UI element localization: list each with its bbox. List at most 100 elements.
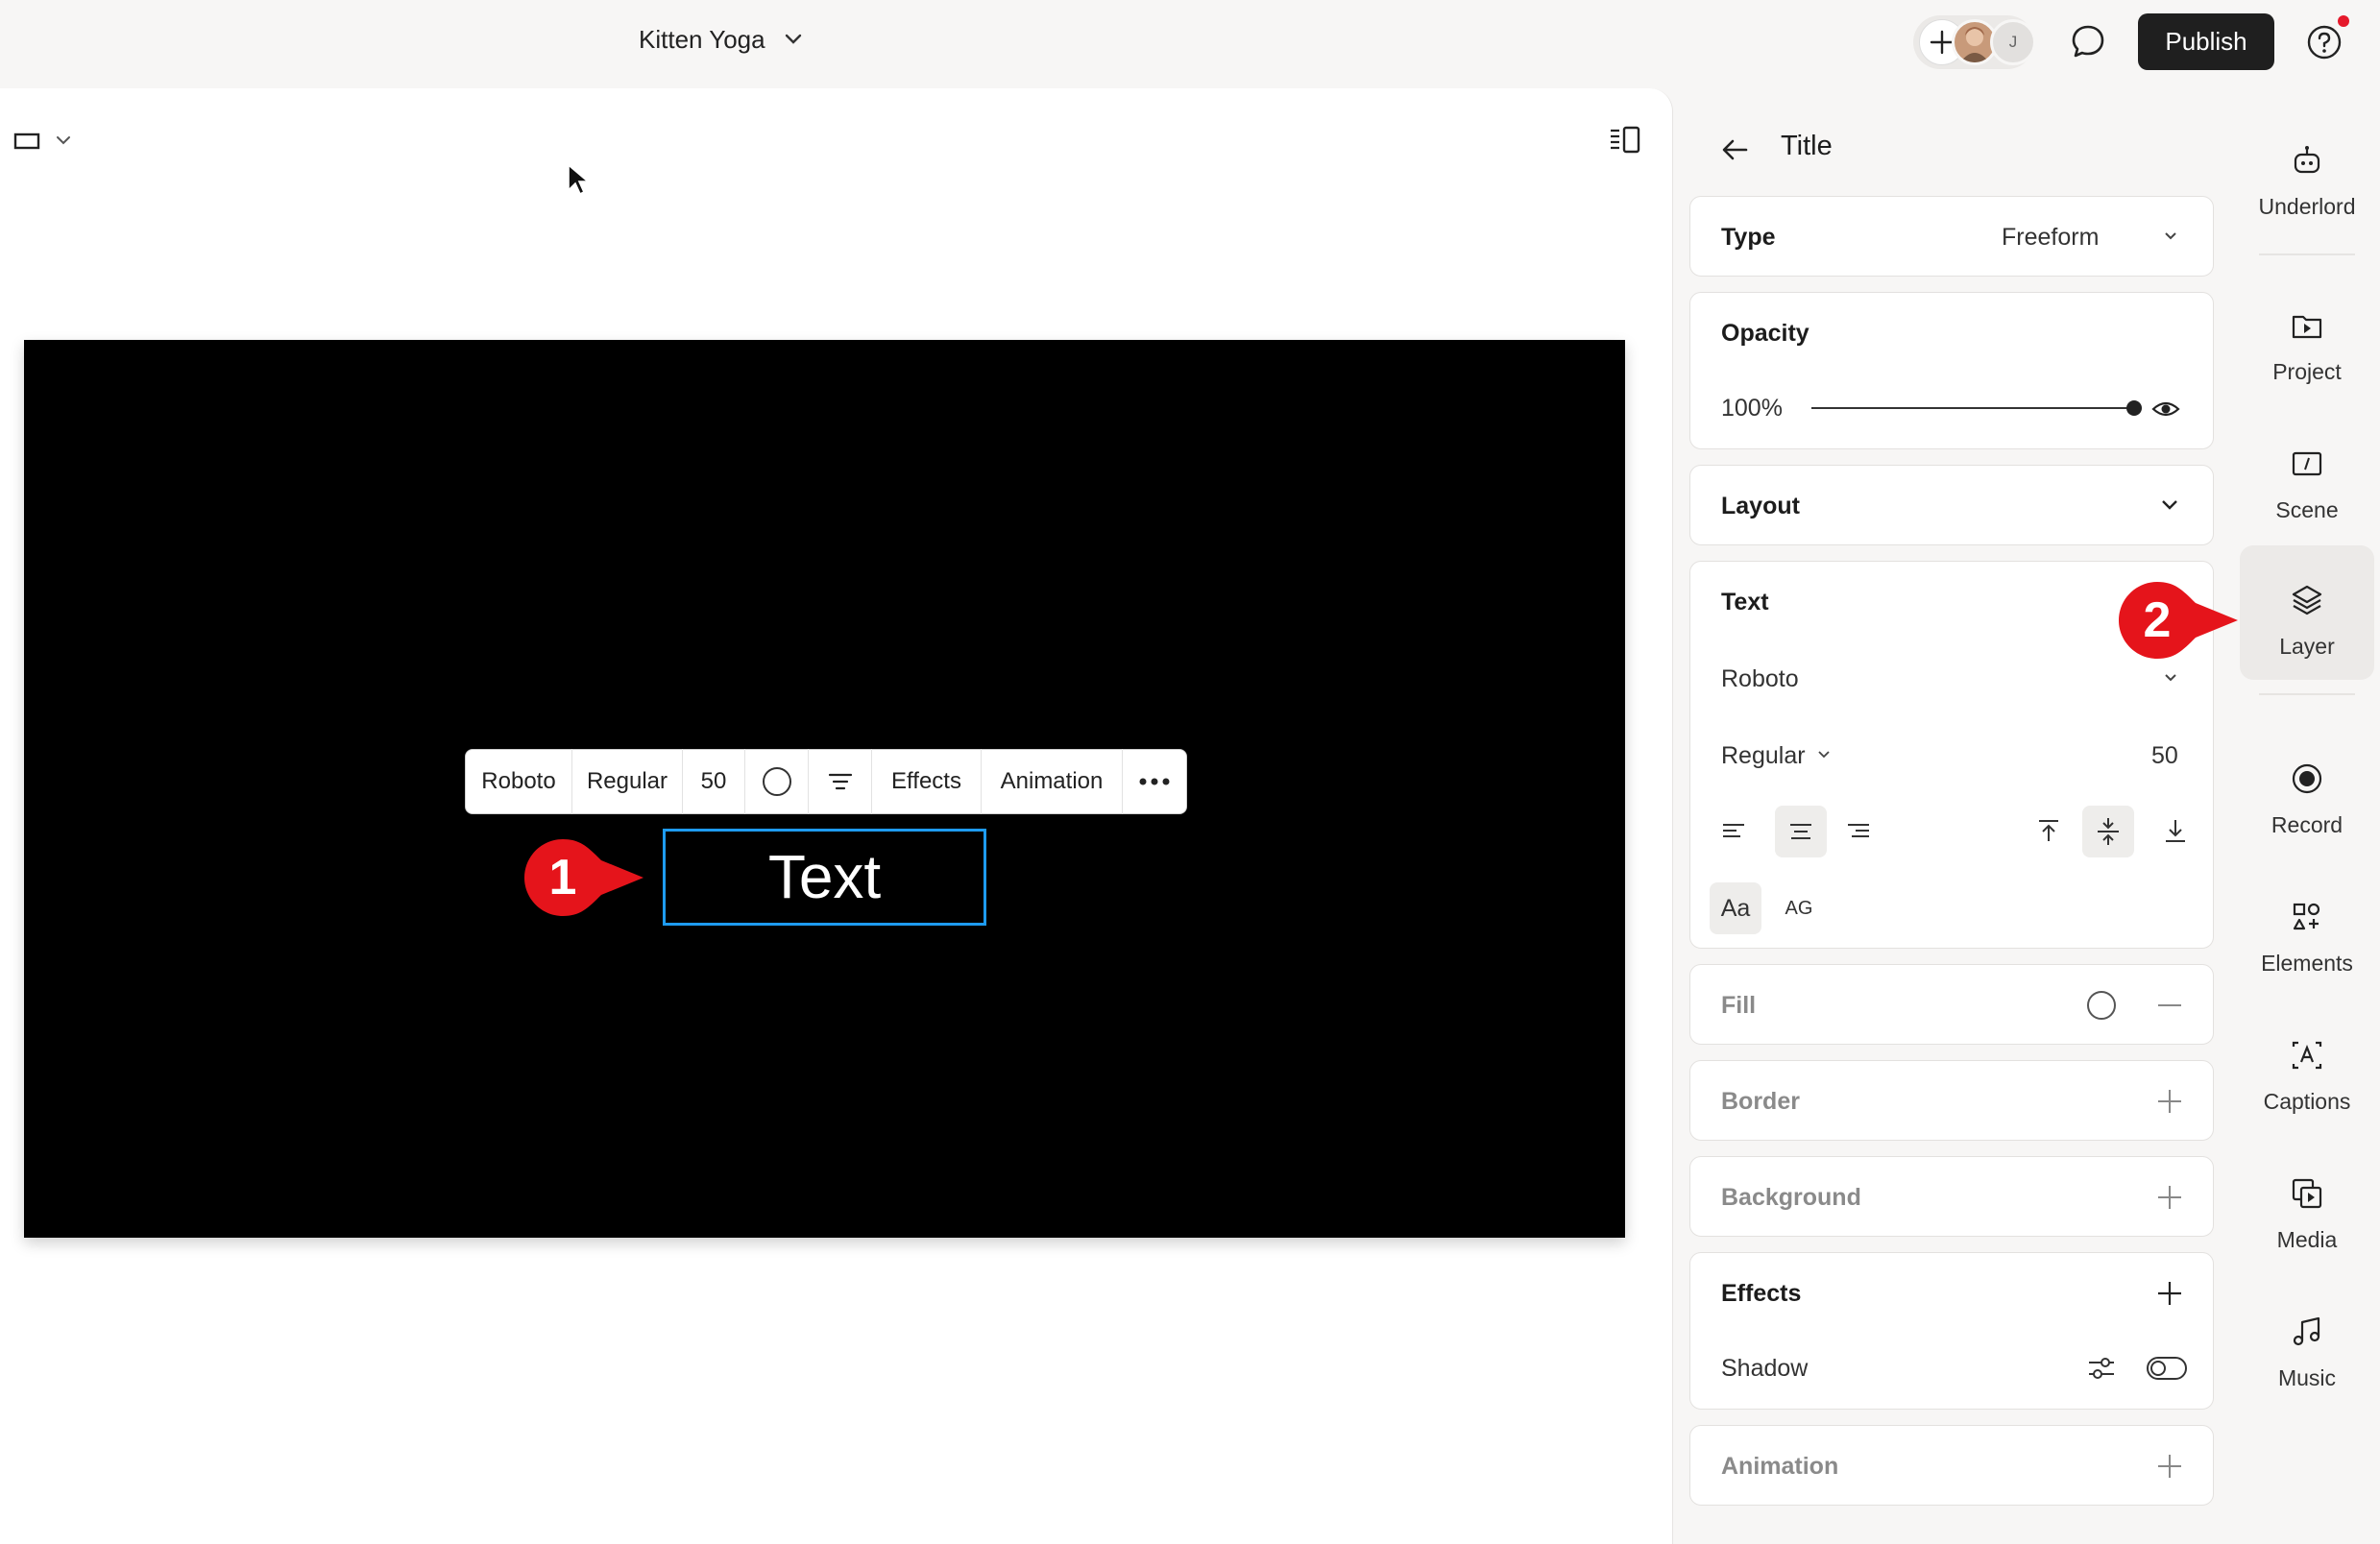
folder-play-icon [2291, 309, 2323, 342]
sidebar-label: Media [2276, 1227, 2338, 1252]
add-effect-icon[interactable] [2155, 1279, 2184, 1308]
sidebar-item-elements[interactable]: Elements [2240, 862, 2374, 997]
toolbar-animation[interactable]: Animation [982, 749, 1123, 814]
sidebar-item-layer[interactable]: Layer [2240, 545, 2374, 680]
callout-number: 2 [2143, 592, 2172, 648]
callout-marker-2: 2 [2119, 582, 2240, 659]
panel-toggle-icon[interactable] [1608, 123, 1642, 157]
sidebar-label: Elements [2261, 951, 2353, 976]
border-card[interactable]: Border [1689, 1060, 2214, 1141]
chevron-down-icon[interactable] [2157, 493, 2182, 518]
effects-label: Effects [1721, 1280, 1802, 1307]
add-background-icon[interactable] [2155, 1183, 2184, 1212]
toolbar-more[interactable] [1123, 749, 1186, 814]
back-arrow-icon[interactable] [1719, 134, 1750, 165]
fill-label: Fill [1721, 992, 1757, 1019]
captions-icon [2291, 1039, 2323, 1072]
align-center-icon [826, 767, 855, 796]
animation-card[interactable]: Animation [1689, 1425, 2214, 1506]
sidebar-label: Scene [2275, 497, 2339, 522]
sidebar-label: Underlord [2258, 194, 2356, 219]
sliders-icon[interactable] [2086, 1353, 2117, 1384]
media-icon [2291, 1177, 2323, 1210]
layout-label: Layout [1721, 493, 1800, 519]
background-card[interactable]: Background [1689, 1156, 2214, 1237]
text-toolbar: Roboto Regular 50 Effects Animation [465, 749, 1187, 814]
effects-card: Effects Shadow [1689, 1252, 2214, 1410]
align-right-icon[interactable] [1844, 816, 1873, 845]
publish-button[interactable]: Publish [2138, 13, 2274, 70]
avatar-initial[interactable]: J [1990, 19, 2036, 65]
add-border-icon[interactable] [2155, 1087, 2184, 1116]
scene-icon [2291, 447, 2323, 480]
add-animation-icon[interactable] [2155, 1452, 2184, 1481]
font-select[interactable]: Roboto [1721, 665, 1799, 693]
toolbar-align[interactable] [809, 749, 872, 814]
sidebar-item-underlord[interactable]: Underlord [2240, 106, 2374, 240]
sidebar-item-scene[interactable]: Scene [2240, 409, 2374, 543]
sidebar-divider [2259, 253, 2355, 255]
help-icon[interactable] [2305, 23, 2344, 61]
chevron-down-icon[interactable] [2161, 667, 2180, 687]
type-select[interactable]: Freeform [2002, 224, 2099, 252]
sidebar-label: Project [2272, 359, 2342, 384]
chevron-down-icon[interactable] [783, 29, 804, 50]
sidebar-item-project[interactable]: Project [2240, 271, 2374, 405]
top-bar: Kitten Yoga J Publish [0, 0, 2380, 88]
comment-icon[interactable] [2068, 21, 2108, 61]
sidebar-item-music[interactable]: Music [2240, 1277, 2374, 1411]
sidebar-label: Record [2271, 812, 2344, 837]
animation-label: Animation [1721, 1453, 1839, 1480]
robot-icon [2291, 144, 2323, 177]
type-card[interactable]: Type Freeform [1689, 196, 2214, 277]
sidebar-divider [2259, 693, 2355, 695]
callout-marker-1: 1 [524, 839, 645, 916]
align-top-icon[interactable] [2034, 816, 2063, 845]
toolbar-color[interactable] [745, 749, 809, 814]
opacity-card: Opacity 100% [1689, 292, 2214, 449]
text-label: Text [1721, 589, 1769, 615]
case-upper-button[interactable]: AG [1773, 882, 1825, 934]
eye-icon[interactable] [2151, 395, 2180, 423]
sidebar-label: Music [2277, 1365, 2337, 1390]
sidebar-item-media[interactable]: Media [2240, 1139, 2374, 1273]
sidebar-item-captions[interactable]: Captions [2240, 1001, 2374, 1135]
type-label: Type [1721, 224, 1776, 251]
sidebar-label: Layer [2279, 634, 2335, 659]
selected-text-layer[interactable]: Text [663, 829, 986, 926]
remove-fill-icon[interactable] [2155, 991, 2184, 1020]
fill-color-swatch-icon[interactable] [2084, 988, 2119, 1023]
align-center-button[interactable] [1775, 806, 1827, 857]
background-label: Background [1721, 1184, 1861, 1211]
weight-select[interactable]: Regular [1721, 742, 1806, 770]
fill-card: Fill [1689, 964, 2214, 1045]
opacity-slider-track[interactable] [1811, 407, 2134, 409]
layers-icon [2291, 584, 2323, 616]
record-icon [2291, 762, 2323, 795]
layout-card[interactable]: Layout [1689, 465, 2214, 545]
notification-dot [2338, 15, 2349, 27]
toolbar-font[interactable]: Roboto [466, 749, 572, 814]
opacity-slider-thumb[interactable] [2126, 400, 2142, 416]
chevron-down-icon[interactable] [2161, 226, 2180, 245]
align-left-icon[interactable] [1719, 816, 1748, 845]
toolbar-weight[interactable]: Regular [572, 749, 683, 814]
toolbar-effects[interactable]: Effects [872, 749, 982, 814]
toolbar-size[interactable]: 50 [683, 749, 745, 814]
align-middle-button[interactable] [2082, 806, 2134, 857]
panel-title: Title [1781, 131, 1833, 161]
font-size-input[interactable]: 50 [2151, 742, 2178, 770]
aspect-ratio-icon[interactable] [13, 127, 75, 154]
sidebar-label: Captions [2263, 1089, 2351, 1114]
sidebar-item-record[interactable]: Record [2240, 724, 2374, 858]
opacity-value[interactable]: 100% [1721, 395, 1783, 422]
color-swatch-icon [761, 765, 793, 798]
align-bottom-icon[interactable] [2161, 816, 2190, 845]
shadow-toggle[interactable] [2146, 1355, 2188, 1382]
chevron-down-icon[interactable] [1815, 745, 1833, 762]
music-icon [2291, 1315, 2323, 1348]
case-mixed-button[interactable]: Aa [1710, 882, 1761, 934]
project-title[interactable]: Kitten Yoga [639, 25, 765, 55]
more-icon [1138, 777, 1171, 786]
shadow-label: Shadow [1721, 1355, 1809, 1382]
